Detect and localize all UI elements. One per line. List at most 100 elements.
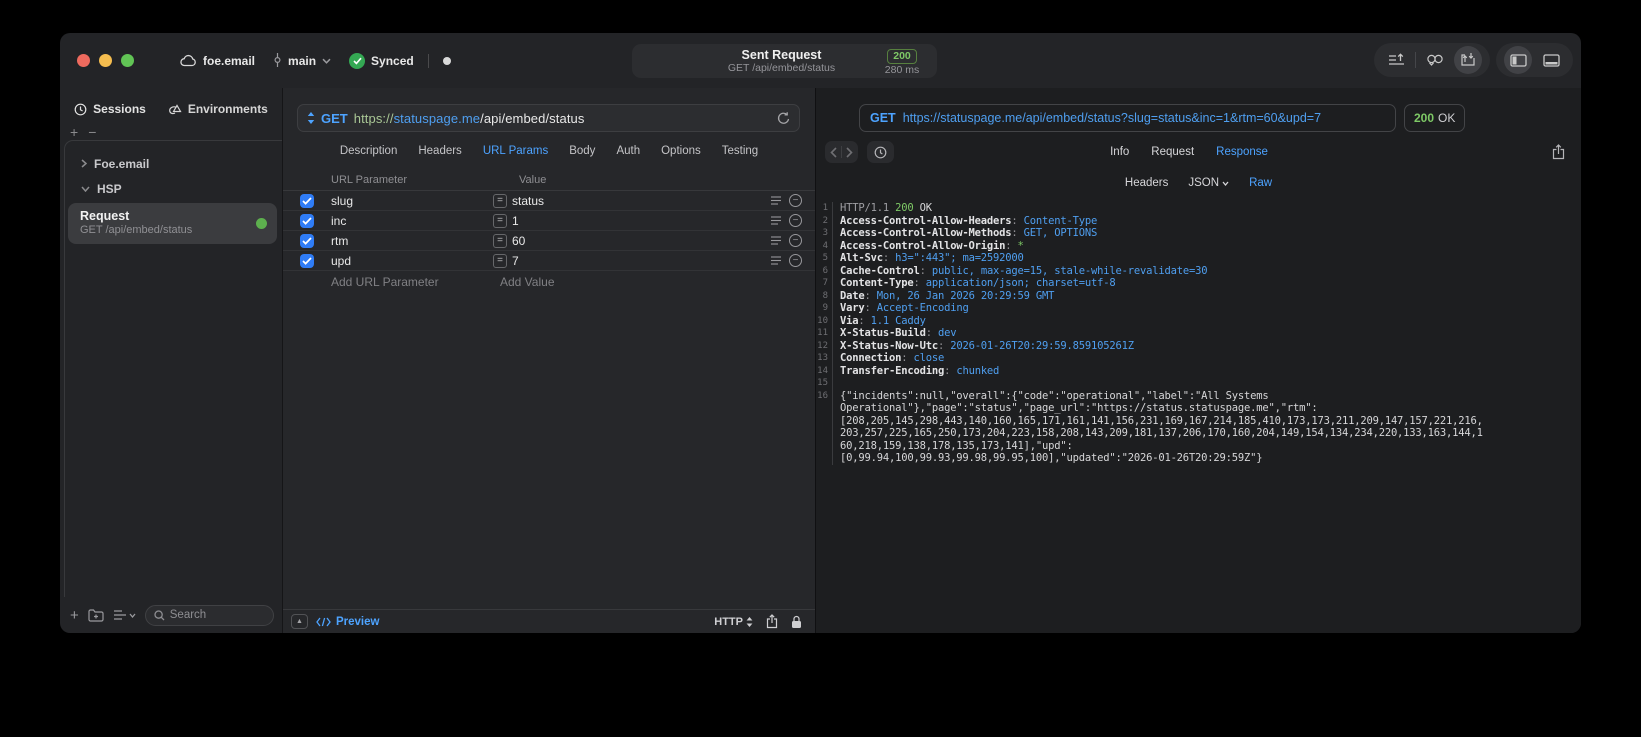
tab-request[interactable]: Request [1151, 146, 1194, 158]
history-clock-icon[interactable] [867, 141, 894, 163]
subtab-raw[interactable]: Raw [1249, 177, 1272, 189]
add-request-button[interactable]: + [70, 607, 79, 624]
preview-button[interactable]: Preview [316, 616, 379, 628]
refresh-icon[interactable] [777, 111, 790, 125]
tab-body[interactable]: Body [569, 145, 595, 157]
sent-request-subtitle: GET /api/embed/status [727, 62, 836, 74]
chevron-down-icon [1222, 181, 1229, 186]
forward-chevron-icon[interactable] [846, 146, 853, 158]
code-line: 12 X-Status-Now-Utc: 2026-01-26T20:29:59.… [817, 339, 1134, 352]
request-list-icon[interactable] [1382, 46, 1410, 74]
param-name[interactable]: slug [331, 194, 479, 208]
list-style-icon[interactable] [113, 609, 136, 621]
tree-item-foe-email[interactable]: Foe.email [65, 151, 282, 176]
param-value[interactable]: 7 [512, 254, 770, 268]
tab-auth[interactable]: Auth [616, 145, 640, 157]
branch-selector[interactable]: main [273, 53, 331, 68]
add-value-placeholder[interactable]: Add Value [475, 275, 555, 289]
param-name[interactable]: upd [331, 254, 479, 268]
tab-sessions[interactable]: Sessions [74, 102, 146, 116]
request-status-pill[interactable]: Sent Request GET /api/embed/status 200 2… [632, 44, 937, 78]
response-url-box[interactable]: GET https://statuspage.me/api/embed/stat… [859, 104, 1396, 132]
line-number [816, 402, 833, 415]
param-value[interactable]: status [512, 194, 770, 208]
tab-response[interactable]: Response [1216, 146, 1268, 158]
tab-headers[interactable]: Headers [418, 145, 461, 157]
remove-row-icon[interactable]: − [789, 194, 802, 207]
export-share-icon[interactable] [1552, 144, 1565, 160]
back-chevron-icon[interactable] [830, 146, 837, 158]
sidebar-left-toggle-icon[interactable] [1504, 46, 1532, 74]
remove-row-icon[interactable]: − [789, 214, 802, 227]
app-window: foe.email main Synced Sent Request GET /… [60, 33, 1581, 633]
close-window-button[interactable] [77, 54, 90, 67]
subtab-json[interactable]: JSON [1188, 177, 1229, 189]
lock-icon[interactable] [791, 615, 802, 629]
tab-description[interactable]: Description [340, 145, 398, 157]
chevron-right-icon [81, 159, 87, 168]
request-url-bar[interactable]: GET https://statuspage.me/api/embed/stat… [297, 104, 800, 132]
code-line: 203,257,225,165,250,173,204,223,158,208,… [816, 427, 1581, 440]
tree-item-label: Foe.email [94, 156, 150, 171]
remove-session-button[interactable]: − [88, 124, 96, 140]
param-value[interactable]: 60 [512, 234, 770, 248]
share-icon[interactable] [766, 614, 778, 629]
request-footer: ▲ Preview HTTP [283, 609, 815, 633]
tree-item-label: HSP [97, 181, 122, 196]
method-stepper-icon[interactable] [307, 112, 315, 124]
param-row: slug = status − [283, 191, 815, 211]
protocol-selector[interactable]: HTTP [714, 616, 753, 628]
subtab-headers[interactable]: Headers [1125, 177, 1168, 189]
minimize-window-button[interactable] [99, 54, 112, 67]
tab-info[interactable]: Info [1110, 146, 1129, 158]
request-list-item-selected[interactable]: Request GET /api/embed/status [68, 203, 277, 244]
protocol-label: HTTP [714, 615, 743, 628]
project-button[interactable]: foe.email [180, 54, 255, 68]
drag-handle-icon[interactable] [770, 236, 782, 245]
add-session-button[interactable]: + [70, 124, 78, 140]
url-path: /api/embed/status [480, 110, 585, 126]
code-icon [316, 617, 331, 627]
param-row: upd = 7 − [283, 251, 815, 271]
drag-handle-icon[interactable] [770, 256, 782, 265]
line-number: 15 [816, 377, 833, 390]
drag-handle-icon[interactable] [770, 196, 782, 205]
line-number [816, 452, 833, 465]
synced-check-icon [349, 52, 366, 69]
tab-url-params[interactable]: URL Params [483, 145, 548, 157]
add-url-parameter-placeholder[interactable]: Add URL Parameter [283, 275, 475, 289]
param-checkbox[interactable] [300, 253, 314, 268]
response-pane: GET https://statuspage.me/api/embed/stat… [816, 88, 1581, 633]
params-table-header: URL Parameter Value [283, 170, 815, 191]
tab-environments[interactable]: Environments [168, 102, 268, 116]
line-number: 5 [816, 252, 833, 265]
collapse-panel-icon[interactable]: ▲ [291, 614, 308, 629]
io-panel-icon[interactable] [1454, 46, 1482, 74]
param-checkbox[interactable] [300, 213, 314, 228]
param-name[interactable]: inc [331, 214, 479, 228]
sync-loop-icon[interactable] [1421, 46, 1449, 74]
layout-toggles-group [1496, 43, 1573, 77]
add-folder-icon[interactable] [88, 608, 104, 622]
tab-options[interactable]: Options [661, 145, 701, 157]
param-checkbox[interactable] [300, 193, 314, 208]
param-name[interactable]: rtm [331, 234, 479, 248]
param-checkbox[interactable] [300, 233, 314, 248]
search-input[interactable]: Search [144, 604, 274, 626]
param-value[interactable]: 1 [512, 214, 770, 228]
line-number: 2 [816, 214, 833, 227]
tab-testing[interactable]: Testing [722, 145, 758, 157]
param-add-row[interactable]: Add URL Parameter Add Value [283, 271, 815, 292]
sync-status[interactable]: Synced [349, 52, 414, 69]
remove-row-icon[interactable]: − [789, 254, 802, 267]
remove-row-icon[interactable]: − [789, 234, 802, 247]
line-number: 4 [816, 239, 833, 252]
request-method[interactable]: GET [321, 111, 348, 126]
zoom-window-button[interactable] [121, 54, 134, 67]
tree-item-hsp[interactable]: HSP [65, 176, 282, 201]
line-number: 13 [816, 352, 833, 365]
response-code[interactable]: 1 HTTP/1.1 200 OK 2 Access-Control-Allow-He… [816, 202, 1581, 465]
panel-bottom-toggle-icon[interactable] [1537, 46, 1565, 74]
drag-handle-icon[interactable] [770, 216, 782, 225]
titlebar: foe.email main Synced Sent Request GET /… [60, 33, 1581, 88]
